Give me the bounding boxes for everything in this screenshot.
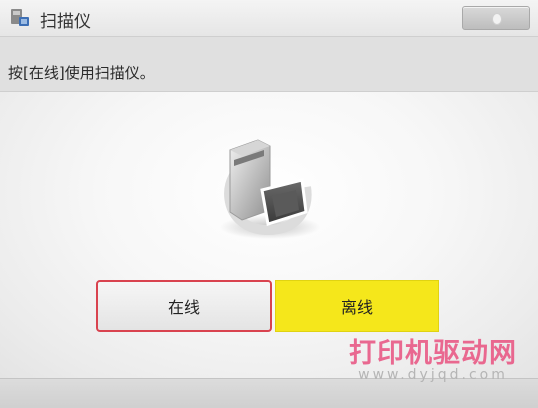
scanner-icon: [8, 6, 32, 30]
offline-button-label: 离线: [340, 298, 373, 317]
online-button-label: 在线: [167, 298, 200, 317]
scanner-screen: 扫描仪 按[在线]使用扫描仪。 在线 离线 打印机驱动网 www.dyjqd.c…: [0, 0, 538, 408]
content-area: 在线 离线: [0, 92, 538, 378]
window-menu-button[interactable]: [462, 6, 530, 30]
instruction-bar: 按[在线]使用扫描仪。: [0, 37, 538, 92]
watermark: 打印机驱动网 www.dyjqd.com: [338, 340, 528, 382]
title-bar: 扫描仪: [0, 0, 538, 37]
dot-icon: [492, 13, 502, 25]
watermark-url: www.dyjqd.com: [358, 367, 508, 383]
online-button[interactable]: 在线: [96, 280, 272, 332]
offline-button[interactable]: 离线: [275, 280, 439, 332]
instruction-text: 按[在线]使用扫描仪。: [8, 64, 155, 82]
window-title: 扫描仪: [40, 12, 91, 32]
watermark-title: 打印机驱动网: [349, 338, 517, 369]
scanner-illustration: [210, 132, 330, 242]
